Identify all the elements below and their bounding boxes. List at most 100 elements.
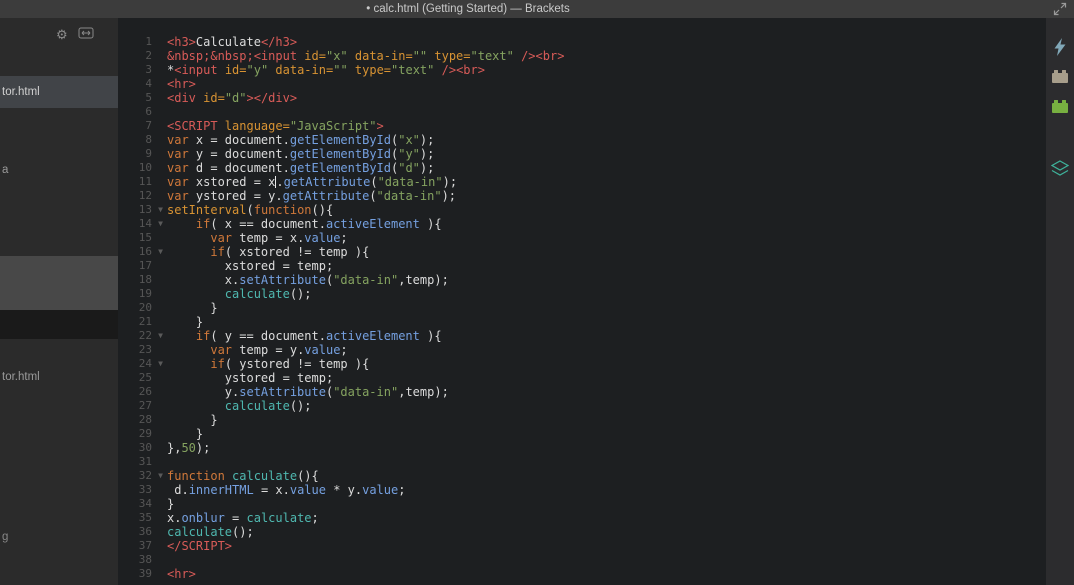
code-line[interactable]: 35 x.onblur = calculate; — [118, 511, 1046, 525]
line-number: 8 — [145, 133, 152, 146]
code-line[interactable]: 2 &nbsp;&nbsp;<input id="x" data-in="" ty… — [118, 49, 1046, 63]
code-token: } — [167, 301, 218, 315]
code-line[interactable]: 36 calculate(); — [118, 525, 1046, 539]
code-line[interactable]: 31 — [118, 455, 1046, 469]
code-line[interactable]: 25 ystored = temp; — [118, 371, 1046, 385]
code-line[interactable]: 38 — [118, 553, 1046, 567]
fold-arrow-icon[interactable]: ▼ — [154, 329, 167, 343]
code-line[interactable]: 37 </SCRIPT> — [118, 539, 1046, 553]
code-line[interactable]: 33 d.innerHTML = x.value * y.value; — [118, 483, 1046, 497]
code-editor[interactable]: 1 <h3>Calculate</h3> 2 &nbsp;&nbsp;<input i… — [118, 18, 1046, 585]
code-text: } — [167, 497, 1046, 511]
code-line[interactable]: 1 <h3>Calculate</h3> — [118, 35, 1046, 49]
line-number: 37 — [138, 539, 152, 552]
line-number: 1 — [145, 35, 152, 48]
code-line[interactable]: 29 } — [118, 427, 1046, 441]
fold-arrow-icon[interactable]: ▼ — [154, 203, 167, 217]
right-toolbar — [1046, 18, 1074, 585]
code-line[interactable]: 28 } — [118, 413, 1046, 427]
line-number: 27 — [138, 399, 152, 412]
code-line[interactable]: 4 <hr> — [118, 77, 1046, 91]
code-text: } — [167, 413, 1046, 427]
code-line[interactable]: 26 y.setAttribute("data-in",temp); — [118, 385, 1046, 399]
fold-arrow-icon[interactable]: ▼ — [154, 245, 167, 259]
code-line[interactable]: 16 ▼ if( xstored != temp ){ — [118, 245, 1046, 259]
line-number: 6 — [145, 105, 152, 118]
sidebar-item[interactable]: g — [2, 531, 8, 543]
code-line[interactable]: 10 var d = document.getElementById("d"); — [118, 161, 1046, 175]
code-token: setInterval — [167, 203, 247, 217]
live-preview-icon[interactable] — [1051, 38, 1069, 56]
sidebar-item-active-file[interactable]: tor.html — [0, 76, 118, 108]
code-token: "data-in" — [376, 189, 442, 203]
code-line[interactable]: 30},50); — [118, 441, 1046, 455]
code-line[interactable]: 14 ▼ if( x == document.activeElement ){ — [118, 217, 1046, 231]
code-line[interactable]: 12 var ystored = y.getAttribute("data-in"… — [118, 189, 1046, 203]
gear-icon[interactable]: ⚙ — [56, 28, 68, 42]
code-token: calculate — [224, 287, 290, 301]
code-text: calculate(); — [167, 287, 1046, 301]
code-line[interactable]: 27 calculate(); — [118, 399, 1046, 413]
sidebar-item[interactable]: a — [2, 164, 8, 176]
code-line[interactable]: 21 } — [118, 315, 1046, 329]
line-number: 3 — [145, 63, 152, 76]
code-token: <SCRIPT — [167, 119, 225, 133]
sidebar-toolbar: ⚙ — [56, 26, 94, 44]
code-line[interactable]: 19 calculate(); — [118, 287, 1046, 301]
code-token: "text" — [470, 49, 514, 63]
code-line[interactable]: 5 <div id="d"></div> — [118, 91, 1046, 105]
extension-manager-icon[interactable] — [1051, 69, 1069, 87]
split-view-icon[interactable] — [78, 26, 94, 44]
code-line[interactable]: 7 <SCRIPT language="JavaScript"> — [118, 119, 1046, 133]
fold-arrow-icon[interactable]: ▼ — [154, 217, 167, 231]
line-number: 7 — [145, 119, 152, 132]
code-line[interactable]: 11 var xstored = x.getAttribute("data-in"… — [118, 175, 1046, 189]
code-line[interactable]: 3 *<input id="y" data-in="" type="text" /… — [118, 63, 1046, 77]
code-line[interactable]: 39 <hr> — [118, 567, 1046, 581]
code-line[interactable]: 13 ▼ setInterval(function(){ — [118, 203, 1046, 217]
code-token: "x" — [325, 49, 348, 63]
sidebar-item[interactable]: tor.html — [2, 371, 40, 383]
code-token: var — [167, 189, 189, 203]
code-token: ){ — [419, 217, 442, 231]
code-line[interactable]: 6 — [118, 105, 1046, 119]
code-line[interactable]: 20 } — [118, 301, 1046, 315]
line-number: 36 — [138, 525, 152, 538]
line-number: 35 — [138, 511, 152, 524]
fold-arrow-icon[interactable]: ▼ — [154, 357, 167, 371]
code-line[interactable]: 8 var x = document.getElementById("x"); — [118, 133, 1046, 147]
code-line[interactable]: 18 x.setAttribute("data-in",temp); — [118, 273, 1046, 287]
code-token: getElementById — [289, 147, 391, 161]
code-token: . — [276, 175, 284, 189]
code-line[interactable]: 34} — [118, 497, 1046, 511]
code-line[interactable]: 23 var temp = y.value; — [118, 343, 1046, 357]
code-line[interactable]: 9 var y = document.getElementById("y"); — [118, 147, 1046, 161]
code-token: x. — [167, 511, 182, 525]
code-token: "" — [333, 63, 348, 77]
expand-icon[interactable] — [1053, 2, 1067, 16]
extension-green-brick-icon[interactable] — [1051, 99, 1069, 117]
code-line[interactable]: 15 var temp = x.value; — [118, 231, 1046, 245]
fold-arrow-icon[interactable]: ▼ — [154, 469, 167, 483]
code-token: "data-in" — [333, 273, 399, 287]
line-number: 26 — [138, 385, 152, 398]
code-token: "x" — [398, 133, 420, 147]
code-line[interactable]: 22 ▼ if( y == document.activeElement ){ — [118, 329, 1046, 343]
code-text: x.setAttribute("data-in",temp); — [167, 273, 1046, 287]
code-line[interactable]: 32 ▼ function calculate(){ — [118, 469, 1046, 483]
code-token: data-in= — [347, 49, 413, 63]
extension-teal-layers-icon[interactable] — [1050, 160, 1070, 178]
code-token: language= — [224, 119, 290, 133]
code-line[interactable]: 24 ▼ if( ystored != temp ){ — [118, 357, 1046, 371]
code-line[interactable]: 17 xstored = temp; — [118, 259, 1046, 273]
